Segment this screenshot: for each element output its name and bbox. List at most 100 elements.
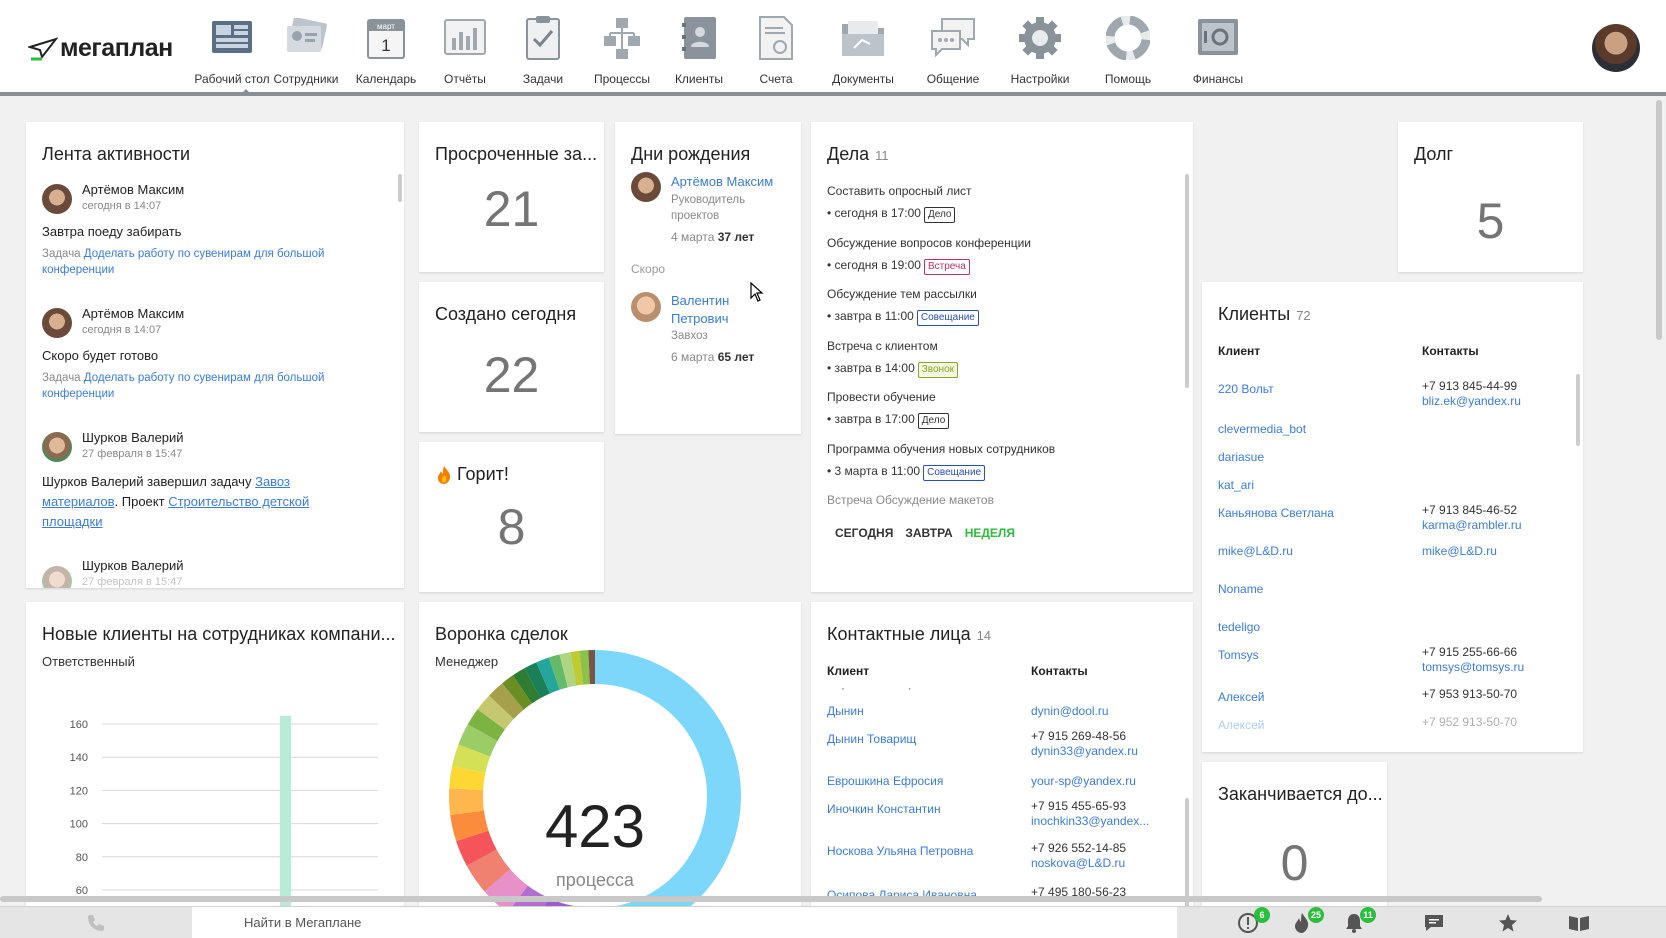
deal-type-badge: Звонок <box>917 361 959 378</box>
task-link[interactable]: Доделать работу по сувенирам для большой… <box>42 248 324 276</box>
donut-chart[interactable] <box>419 602 801 912</box>
user-avatar[interactable] <box>1592 24 1640 72</box>
card-title: Дни рождения <box>631 144 751 164</box>
activity-author[interactable]: Артёмов Максим <box>82 306 184 321</box>
main-nav: Рабочий стол Сотрудники март 1 Календарь Отчё… <box>194 8 1266 86</box>
deals-scrollbar[interactable] <box>1185 174 1189 388</box>
task-link[interactable]: Доделать работу по сувенирам для большой… <box>42 372 324 400</box>
avatar[interactable] <box>42 308 72 338</box>
client-email-link[interactable]: mike@L&D.ru <box>1422 544 1497 559</box>
contact-email-link[interactable]: dynin33@yandex.ru <box>1031 744 1138 759</box>
nav-item-desktop[interactable]: Рабочий стол <box>194 8 270 86</box>
star-icon[interactable] <box>1494 911 1522 935</box>
deal-title[interactable]: Обсуждение вопросов конференции <box>827 236 1031 250</box>
avatar[interactable] <box>42 566 72 588</box>
avatar[interactable] <box>631 172 661 202</box>
client-name-link[interactable]: Каньянова Светлана <box>1218 506 1334 520</box>
client-name-link[interactable]: mike@L&D.ru <box>1218 544 1293 558</box>
avatar[interactable] <box>631 292 661 322</box>
deal-title[interactable]: Составить опросный лист <box>827 184 972 198</box>
client-email-link[interactable]: tomsys@tomsys.ru <box>1422 660 1524 675</box>
debt-card[interactable]: Долг 5 <box>1398 122 1583 272</box>
vertical-scrollbar[interactable] <box>1656 100 1662 340</box>
contact-email-link[interactable]: your-sp@yandex.ru <box>1031 774 1136 789</box>
megaplan-logo[interactable]: мегаплан <box>28 34 173 63</box>
client-email-link[interactable]: bliz.ek@yandex.ru <box>1422 394 1521 409</box>
activity-author[interactable]: Шурков Валерий <box>82 430 184 445</box>
tab-today[interactable]: СЕГОДНЯ <box>835 526 893 540</box>
client-name-link[interactable]: 220 Вольт <box>1218 382 1274 396</box>
client-phone: +7 952 913-50-70 <box>1422 715 1518 729</box>
contact-email-link[interactable]: inochkin33@yandex... <box>1031 814 1149 829</box>
messages-icon[interactable] <box>1420 911 1448 935</box>
client-name-link[interactable]: Noname <box>1218 582 1263 596</box>
avatar[interactable] <box>42 184 72 214</box>
nav-item-processes[interactable]: Процессы <box>584 8 660 86</box>
fire-badge: 25 <box>1307 907 1324 923</box>
contact-name-link[interactable]: Иночкин Константин <box>827 802 941 816</box>
nav-item-tasks[interactable]: Задачи <box>506 8 580 86</box>
deal-title[interactable]: Программа обучения новых сотрудников <box>827 442 1055 456</box>
client-name-link[interactable]: kat_ari <box>1218 478 1254 492</box>
nav-item-settings[interactable]: Настройки <box>998 8 1082 86</box>
contacts-scrollbar[interactable] <box>1185 798 1189 908</box>
contact-name-link[interactable]: Вершинин Петр <box>827 688 915 690</box>
client-email-link[interactable]: karma@rambler.ru <box>1422 518 1522 533</box>
nav-item-invoices[interactable]: Счета <box>738 8 814 86</box>
activity-scrollbar[interactable] <box>398 174 402 202</box>
tab-tomorrow[interactable]: ЗАВТРА <box>905 526 952 540</box>
client-name-link[interactable]: clevermedia_bot <box>1218 422 1306 436</box>
tab-week[interactable]: НЕДЕЛЯ <box>965 526 1015 540</box>
y-tick-label: 140 <box>70 752 88 764</box>
deals-title: Дела <box>827 144 870 164</box>
client-name-link[interactable]: tedeligo <box>1218 620 1260 634</box>
contact-name-link[interactable]: Еврошкина Ефросия <box>827 774 943 788</box>
contact-email-link[interactable]: dynin@dool.ru <box>1031 704 1109 719</box>
contact-phone: +7 915 269-48-56 <box>1031 729 1127 743</box>
logo-text: мегаплан <box>60 34 173 62</box>
client-name-link[interactable]: Алексей <box>1218 718 1264 732</box>
deal-title[interactable]: Встреча с клиентом <box>827 339 938 353</box>
contact-name-link[interactable]: Дынин Товарищ <box>827 732 916 746</box>
nav-item-chat[interactable]: Общение <box>912 8 994 86</box>
created-today-card[interactable]: Создано сегодня 22 <box>419 282 604 432</box>
bell-icon[interactable]: 11 <box>1340 907 1376 935</box>
bar[interactable] <box>280 715 291 912</box>
client-name-link[interactable]: dariasue <box>1218 450 1264 464</box>
avatar[interactable] <box>42 432 72 462</box>
ending-contracts-card[interactable]: Заканчивается до... 0 <box>1202 762 1387 912</box>
card-title: Просроченные за... <box>435 144 598 164</box>
deal-title[interactable]: Провести обучение <box>827 390 936 404</box>
clients-icon <box>669 8 729 68</box>
book-icon[interactable] <box>1565 911 1593 935</box>
phone-icon[interactable] <box>82 911 110 935</box>
alerts-icon[interactable]: 6 <box>1234 907 1270 935</box>
deal-time: • завтра в 17:00 Дело <box>827 412 950 429</box>
activity-author[interactable]: Шурков Валерий <box>82 558 184 573</box>
global-search-input[interactable]: Найти в Мегаплане <box>192 907 1177 938</box>
overdue-tasks-card[interactable]: Просроченные за... 21 <box>419 122 604 272</box>
deal-when: • 3 марта в 11:00 <box>827 463 921 478</box>
deal-title[interactable]: Обсуждение тем рассылки <box>827 287 977 301</box>
contacts-card: Контактные лица 14 Клиент Контакты Вершин… <box>811 602 1193 912</box>
fire-icon[interactable]: 25 <box>1288 907 1324 935</box>
calendar-icon: март 1 <box>356 8 416 68</box>
nav-item-clients[interactable]: Клиенты <box>664 8 734 86</box>
birthday-person-link[interactable]: Артёмов Максим <box>671 174 773 189</box>
nav-item-documents[interactable]: Документы <box>818 8 908 86</box>
nav-item-calendar[interactable]: март 1 Календарь <box>348 8 424 86</box>
client-name-link[interactable]: Tomsys <box>1218 648 1259 662</box>
contact-name-link[interactable]: Дынин <box>827 704 864 718</box>
burning-tasks-card[interactable]: Горит! 8 <box>419 442 604 592</box>
nav-item-employees[interactable]: Сотрудники <box>268 8 344 86</box>
client-name-link[interactable]: Алексей <box>1218 690 1264 704</box>
contact-name-link[interactable]: Носкова Ульяна Петровна <box>827 844 973 858</box>
clients-scrollbar[interactable] <box>1576 374 1580 446</box>
nav-item-help[interactable]: Помощь <box>1086 8 1170 86</box>
contact-email-link[interactable]: noskova@L&D.ru <box>1031 856 1126 871</box>
horizontal-scrollbar[interactable] <box>0 896 1542 902</box>
deal-when: • сегодня в 19:00 <box>827 257 921 272</box>
nav-item-reports[interactable]: Отчёты <box>428 8 502 86</box>
nav-item-finance[interactable]: Финансы <box>1174 8 1262 86</box>
activity-author[interactable]: Артёмов Максим <box>82 182 184 197</box>
